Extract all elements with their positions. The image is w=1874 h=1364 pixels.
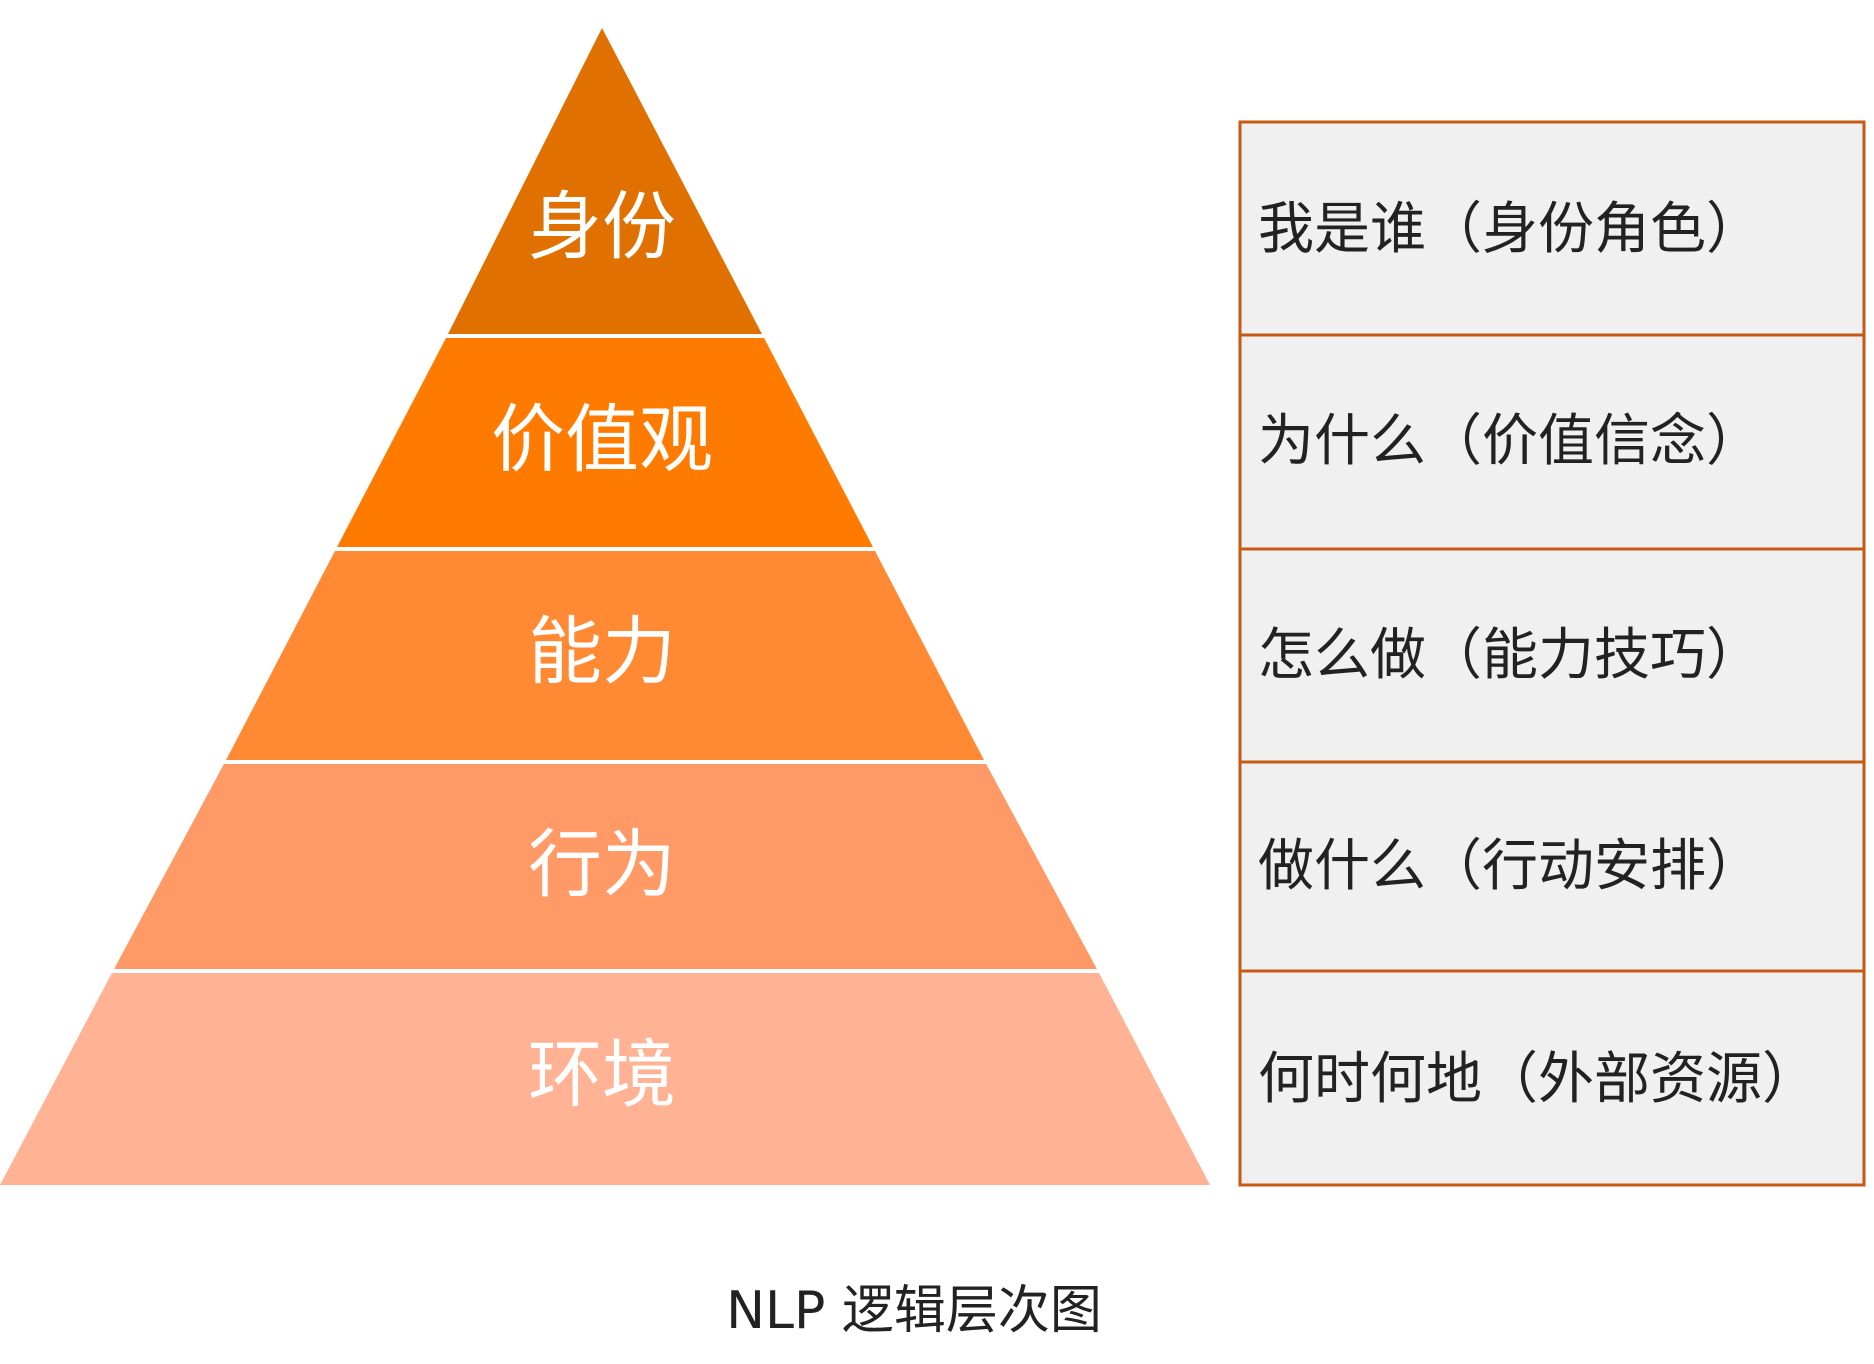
description-environment: 何时何地（外部资源） [1258,1047,1818,1112]
pyramid: 身份 价值观 能力 行为 环境 [0,28,1210,1185]
description-values: 为什么（价值信念） [1258,409,1762,474]
description-behavior: 做什么（行动安排） [1258,834,1762,899]
nlp-logical-levels-diagram: 身份 价值观 能力 行为 环境 我是谁（身份角色） 为什么（价值信念） 怎么做（… [0,28,1866,1341]
description-capability: 怎么做（能力技巧） [1258,623,1762,688]
pyramid-layer-identity [447,28,763,336]
layer-label-behavior: 行为 [528,822,676,908]
layer-label-values: 价值观 [491,397,713,483]
description-identity: 我是谁（身份角色） [1258,197,1762,262]
layer-label-identity: 身份 [528,184,676,270]
description-table: 我是谁（身份角色） 为什么（价值信念） 怎么做（能力技巧） 做什么（行动安排） … [1238,120,1866,1187]
diagram-caption: NLP 逻辑层次图 [726,1281,1102,1341]
layer-label-environment: 环境 [528,1032,676,1118]
layer-label-capability: 能力 [528,609,676,695]
